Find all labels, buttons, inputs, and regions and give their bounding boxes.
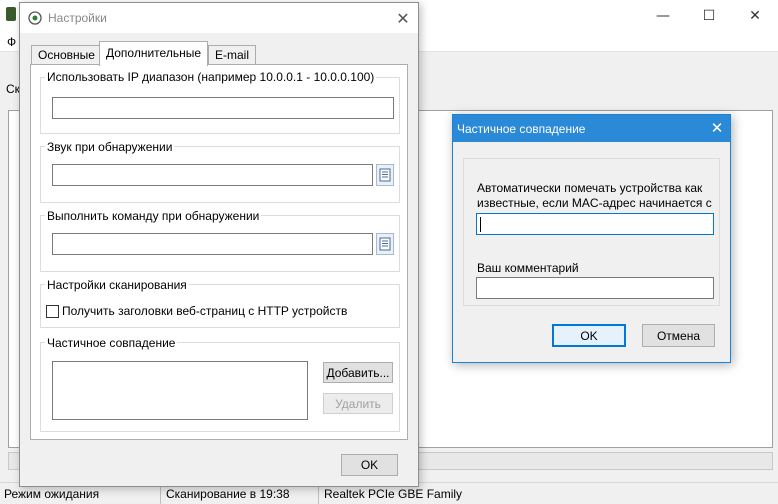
- http-titles-label[interactable]: Получить заголовки веб-страниц с HTTP ус…: [62, 304, 347, 318]
- app-logo-icon: [6, 7, 16, 21]
- status-adapter: Realtek PCIe GBE Family: [324, 487, 463, 501]
- http-titles-checkbox[interactable]: [46, 305, 59, 318]
- scan-settings-label: Настройки сканирования: [45, 278, 189, 292]
- partial-match-close-icon[interactable]: ✕: [707, 118, 727, 138]
- menu-item-file[interactable]: Ф: [7, 35, 16, 49]
- add-button[interactable]: Добавить...: [323, 362, 393, 383]
- mac-prompt-line2: известные, если MAC-адрес начинается с: [477, 196, 712, 210]
- mac-prefix-input[interactable]: [476, 213, 714, 235]
- command-browse-button[interactable]: [376, 233, 394, 255]
- ip-range-input[interactable]: [52, 97, 394, 119]
- tab-email[interactable]: E-mail: [208, 45, 257, 65]
- sound-file-input[interactable]: [52, 164, 373, 186]
- partial-match-dialog: Частичное совпадение ✕ Автоматически пом…: [452, 114, 731, 363]
- partial-match-list[interactable]: [52, 361, 308, 420]
- tab-advanced[interactable]: Дополнительные: [99, 41, 208, 66]
- partial-match-title-bar[interactable]: Частичное совпадение ✕: [453, 115, 730, 142]
- scan-label: Ск: [6, 82, 20, 96]
- status-scan-time: Сканирование в 19:38: [166, 487, 290, 501]
- partial-match-title: Частичное совпадение: [457, 122, 586, 136]
- status-state: Режим ожидания: [4, 487, 100, 501]
- sound-browse-button[interactable]: [376, 164, 394, 186]
- maximize-icon[interactable]: ☐: [686, 0, 732, 32]
- minimize-icon[interactable]: —: [640, 0, 686, 32]
- text-cursor: [480, 217, 481, 232]
- ip-range-label: Использовать IP диапазон (например 10.0.…: [45, 70, 377, 84]
- delete-button[interactable]: Удалить: [323, 393, 393, 414]
- command-label: Выполнить команду при обнаружении: [45, 209, 262, 223]
- comment-input[interactable]: [476, 277, 714, 299]
- status-divider: [160, 485, 161, 504]
- command-input[interactable]: [52, 233, 373, 255]
- advanced-tab-page: Использовать IP диапазон (например 10.0.…: [30, 64, 408, 440]
- settings-ok-button[interactable]: OK: [341, 454, 398, 476]
- settings-title-bar[interactable]: Настройки ✕: [20, 3, 418, 33]
- settings-dialog: Настройки ✕ Основные Дополнительные E-ma…: [19, 2, 419, 487]
- comment-label: Ваш комментарий: [477, 261, 579, 275]
- settings-close-icon[interactable]: ✕: [392, 7, 414, 29]
- partial-match-label: Частичное совпадение: [45, 336, 178, 350]
- tab-basic[interactable]: Основные: [31, 45, 102, 65]
- document-icon: [379, 237, 391, 251]
- pm-ok-button[interactable]: OK: [552, 324, 626, 347]
- sound-label: Звук при обнаружении: [45, 140, 175, 154]
- pm-cancel-button[interactable]: Отмена: [642, 324, 715, 347]
- mac-prompt-line1: Автоматически помечать устройства как: [477, 181, 703, 195]
- status-divider: [318, 485, 319, 504]
- main-close-icon[interactable]: ✕: [732, 0, 778, 32]
- settings-title: Настройки: [48, 11, 107, 25]
- document-icon: [379, 168, 391, 182]
- app-icon: [28, 11, 42, 25]
